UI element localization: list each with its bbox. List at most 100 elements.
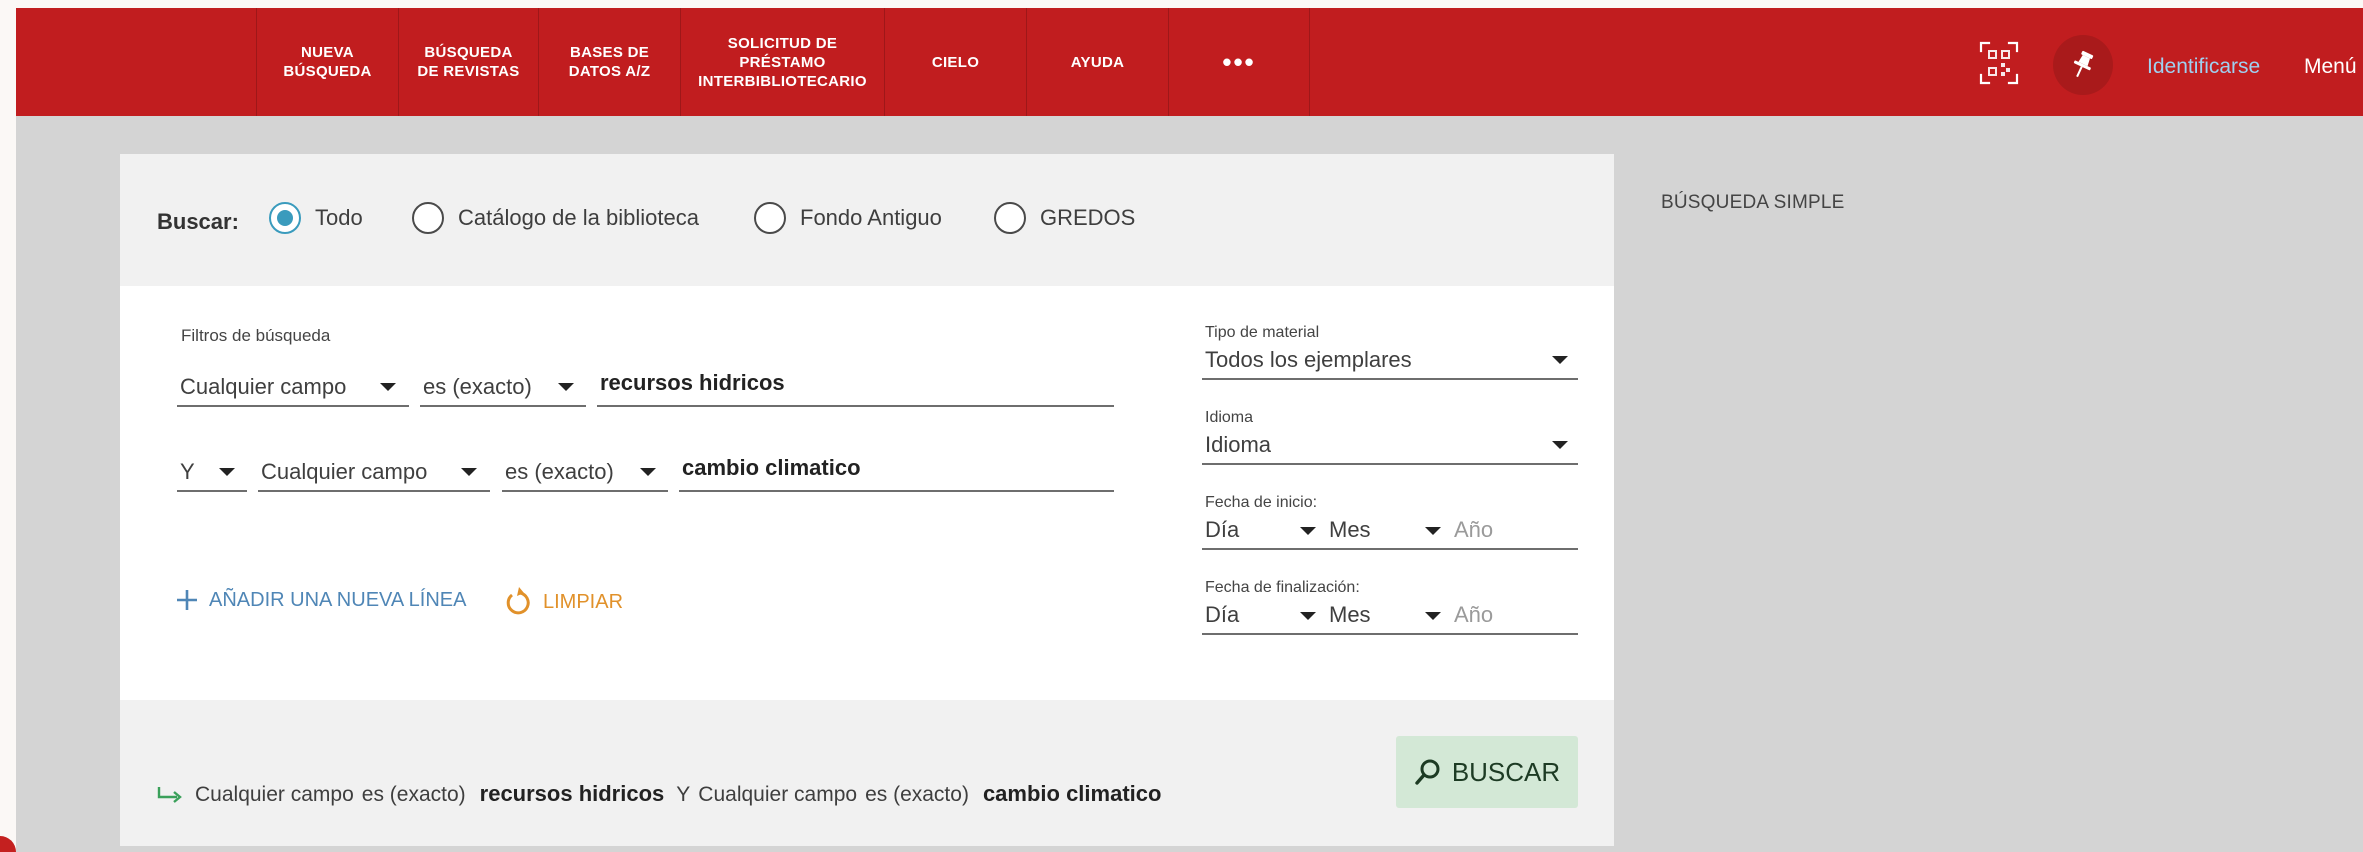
qr-code-icon [1979, 41, 2019, 85]
nav-journal-search[interactable]: BÚSQUEDA DE REVISTAS [398, 8, 538, 116]
nav-label: DATOS A/Z [568, 63, 651, 80]
caret-down-icon [1425, 612, 1441, 620]
start-month-select[interactable]: Mes [1329, 517, 1371, 543]
scope-option-label: Todo [315, 205, 363, 230]
row2-value-field[interactable] [679, 455, 1114, 481]
pin-icon [2073, 50, 2094, 78]
end-year-input[interactable]: Año [1454, 602, 1493, 628]
summary-value: recursos hidricos [479, 781, 665, 806]
caret-down-icon [219, 468, 235, 476]
corner-decoration [0, 836, 16, 852]
query-summary-bar: Cualquier campo es (exacto) recursos hid… [120, 700, 1614, 846]
radio-checked-icon [269, 202, 301, 234]
nav-interlibrary-loan[interactable]: SOLICITUD DE PRÉSTAMO INTERBIBLIOTECARIO [680, 8, 884, 116]
dropdown-value: Cualquier campo [180, 374, 347, 399]
start-day-select[interactable]: Día [1205, 517, 1239, 543]
row2-boolean-dropdown[interactable]: Y [177, 455, 247, 492]
simple-search-link[interactable]: BÚSQUEDA SIMPLE [1661, 192, 1845, 214]
advanced-search-panel: Buscar: Todo Catálogo de la biblioteca F… [120, 154, 1614, 846]
row2-value-input[interactable] [679, 455, 1114, 492]
plus-icon [177, 590, 197, 610]
nav-label: SOLICITUD DE [727, 34, 838, 52]
nav-new-search[interactable]: NUEVA BÚSQUEDA [256, 8, 398, 116]
summary-value: cambio climatico [982, 781, 1162, 806]
nav-label: BASES DE [569, 44, 650, 61]
reset-icon [506, 587, 530, 615]
row1-value-input[interactable] [597, 370, 1114, 407]
caret-down-icon [1552, 356, 1568, 364]
material-type-dropdown[interactable]: Todos los ejemplares [1202, 344, 1578, 380]
language-dropdown[interactable]: Idioma [1202, 429, 1578, 465]
nav-more-button[interactable]: ••• [1168, 8, 1310, 116]
search-button[interactable]: BUSCAR [1396, 736, 1578, 808]
caret-down-icon [1300, 612, 1316, 620]
summary-field: Cualquier campo [195, 783, 354, 806]
scope-radio-fondo-antiguo[interactable]: Fondo Antiguo [754, 202, 942, 234]
clear-label: LIMPIAR [543, 590, 624, 613]
add-line-button[interactable]: AÑADIR UNA NUEVA LÍNEA [175, 588, 466, 612]
main-nav: NUEVA BÚSQUEDA BÚSQUEDA DE REVISTAS BASES … [256, 8, 1310, 116]
radio-unchecked-icon [754, 202, 786, 234]
caret-down-icon [380, 383, 396, 391]
row2-field-dropdown[interactable]: Cualquier campo [258, 455, 490, 492]
more-icon: ••• [1222, 46, 1256, 77]
dropdown-value: Idioma [1205, 432, 1272, 457]
scope-radio-todo[interactable]: Todo [269, 202, 363, 234]
end-date-label: Fecha de finalización: [1205, 579, 1360, 596]
caret-down-icon [1425, 527, 1441, 535]
nav-label: PRÉSTAMO [739, 53, 826, 71]
top-navigation-bar: NUEVA BÚSQUEDA BÚSQUEDA DE REVISTAS BASES … [16, 8, 2363, 116]
arrow-right-icon [157, 787, 182, 803]
scope-option-label: Fondo Antiguo [800, 205, 942, 230]
query-summary: Cualquier campo es (exacto) recursos hid… [157, 781, 1161, 807]
row2-operator-dropdown[interactable]: es (exacto) [502, 455, 668, 492]
dropdown-value: Y [180, 459, 195, 484]
start-year-input[interactable]: Año [1454, 517, 1493, 543]
dropdown-value: es (exacto) [423, 374, 532, 399]
radio-unchecked-icon [412, 202, 444, 234]
material-type-label: Tipo de material [1205, 324, 1320, 341]
end-day-select[interactable]: Día [1205, 602, 1239, 628]
scope-radio-catalog[interactable]: Catálogo de la biblioteca [412, 202, 699, 234]
nav-label: AYUDA [1070, 53, 1125, 71]
nav-databases-az[interactable]: BASES DE DATOS A/Z [538, 8, 680, 116]
language-label: Idioma [1205, 409, 1254, 426]
radio-unchecked-icon [994, 202, 1026, 234]
filters-title: Filtros de búsqueda [181, 326, 331, 345]
row1-operator-dropdown[interactable]: es (exacto) [420, 370, 586, 407]
caret-down-icon [558, 383, 574, 391]
nav-cielo[interactable]: CIELO [884, 8, 1026, 116]
summary-boolean: Y [676, 783, 691, 806]
caret-down-icon [1552, 441, 1568, 449]
caret-down-icon [461, 468, 477, 476]
caret-down-icon [1300, 527, 1316, 535]
menu-button[interactable]: Menú [2304, 55, 2357, 79]
end-month-select[interactable]: Mes [1329, 602, 1371, 628]
row1-value-field[interactable] [597, 370, 1114, 396]
search-scope-bar: Buscar: Todo Catálogo de la biblioteca F… [120, 154, 1614, 286]
start-date-label: Fecha de inicio: [1205, 494, 1318, 511]
login-link[interactable]: Identificarse [2147, 55, 2260, 79]
nav-label: NUEVA [301, 44, 354, 61]
nav-label: BÚSQUEDA [424, 44, 513, 61]
dropdown-value: Todos los ejemplares [1205, 347, 1412, 372]
scope-radio-gredos[interactable]: GREDOS [994, 202, 1135, 234]
nav-label: CIELO [931, 53, 980, 71]
clear-button[interactable]: LIMPIAR [503, 586, 623, 618]
scope-option-label: GREDOS [1040, 205, 1136, 230]
nav-label: DE REVISTAS [417, 63, 520, 80]
nav-help[interactable]: AYUDA [1026, 8, 1168, 116]
qr-code-button[interactable] [1974, 34, 2024, 92]
row1-field-dropdown[interactable]: Cualquier campo [177, 370, 409, 407]
summary-operator: es (exacto) [361, 783, 466, 806]
pin-button[interactable] [2053, 35, 2113, 95]
nav-label: INTERBIBLIOTECARIO [698, 72, 867, 90]
caret-down-icon [640, 468, 656, 476]
dropdown-value: Cualquier campo [261, 459, 428, 484]
summary-field: Cualquier campo [698, 783, 858, 806]
end-date-row: Día Mes Año [1202, 599, 1578, 635]
add-line-label: AÑADIR UNA NUEVA LÍNEA [209, 588, 467, 611]
start-date-row: Día Mes Año [1202, 514, 1578, 550]
nav-label: BÚSQUEDA [283, 63, 372, 80]
scope-option-label: Catálogo de la biblioteca [458, 205, 699, 230]
